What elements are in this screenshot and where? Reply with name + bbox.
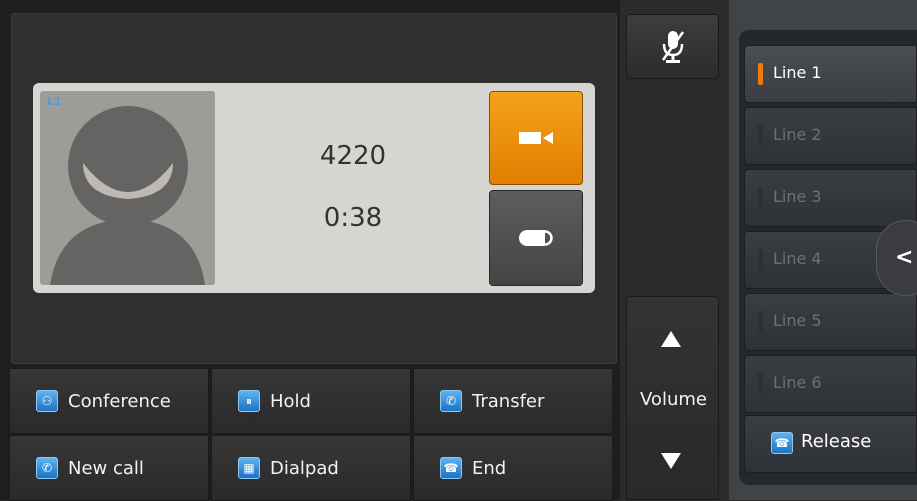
new-call-icon: ✆ (36, 457, 58, 479)
end-call-button[interactable]: ☎ End (413, 435, 613, 501)
softkey-bar: ⚇ Conference ⏸ Hold ✆ Transfer ✆ New cal… (9, 368, 616, 501)
line-key-label: Line 2 (773, 125, 822, 144)
line-key-label: Line 6 (773, 373, 822, 392)
line-status-indicator (758, 311, 763, 333)
call-panel: L1 4220 0:38 ⚇ Conference ⏸ Hold ✆ Trans… (0, 0, 620, 501)
line-key-label: Line 1 (773, 63, 822, 82)
line-status-indicator (758, 187, 763, 209)
new-call-label: New call (68, 457, 144, 479)
transfer-button[interactable]: ✆ Transfer (413, 368, 613, 434)
line-key-label: Line 4 (773, 249, 822, 268)
transfer-icon: ✆ (440, 390, 462, 412)
dialpad-button[interactable]: ▦ Dialpad (211, 435, 411, 501)
hold-label: Hold (270, 390, 311, 412)
line-status-indicator (758, 63, 763, 85)
line-tag: L1 (47, 95, 62, 108)
line-status-indicator (758, 249, 763, 271)
line-key-label: Line 5 (773, 311, 822, 330)
end-call-icon: ☎ (440, 457, 462, 479)
line-key-1[interactable]: Line 1 (744, 45, 917, 103)
conference-icon: ⚇ (36, 390, 58, 412)
volume-label: Volume (640, 389, 707, 410)
line-key-3[interactable]: Line 3 (744, 169, 917, 227)
line-status-indicator (758, 125, 763, 147)
video-camera-icon (519, 132, 553, 144)
transfer-label: Transfer (472, 390, 545, 412)
dialpad-label: Dialpad (270, 457, 339, 479)
volume-control[interactable]: Volume (626, 296, 719, 500)
conference-label: Conference (68, 390, 171, 412)
conference-button[interactable]: ⚇ Conference (9, 368, 209, 434)
end-call-label: End (472, 457, 507, 479)
record-icon (519, 230, 553, 246)
line-key-2[interactable]: Line 2 (744, 107, 917, 165)
volume-down-icon[interactable] (661, 453, 681, 469)
side-spacer (626, 83, 719, 295)
dialpad-icon: ▦ (238, 457, 260, 479)
new-call-button[interactable]: ✆ New call (9, 435, 209, 501)
caller-number: 4220 (319, 141, 387, 171)
line-status-indicator (758, 373, 763, 395)
release-button[interactable]: ☎ Release (744, 415, 917, 473)
release-icon: ☎ (771, 432, 793, 454)
video-button[interactable] (489, 91, 583, 185)
microphone-mute-icon (661, 30, 684, 63)
mute-button[interactable] (626, 14, 719, 79)
avatar-silhouette-icon (50, 106, 205, 285)
volume-up-icon[interactable] (661, 331, 681, 347)
line-key-6[interactable]: Line 6 (744, 355, 917, 413)
call-card: L1 4220 0:38 (33, 83, 595, 293)
contact-avatar: L1 (40, 91, 215, 285)
chevron-left-icon: < (895, 245, 914, 270)
call-duration: 0:38 (323, 203, 383, 233)
hold-icon: ⏸ (238, 390, 260, 412)
release-label: Release (801, 431, 872, 452)
collapse-panel-button[interactable]: < (876, 220, 917, 296)
record-button[interactable] (489, 190, 583, 286)
hold-button[interactable]: ⏸ Hold (211, 368, 411, 434)
line-key-label: Line 3 (773, 187, 822, 206)
line-key-5[interactable]: Line 5 (744, 293, 917, 351)
